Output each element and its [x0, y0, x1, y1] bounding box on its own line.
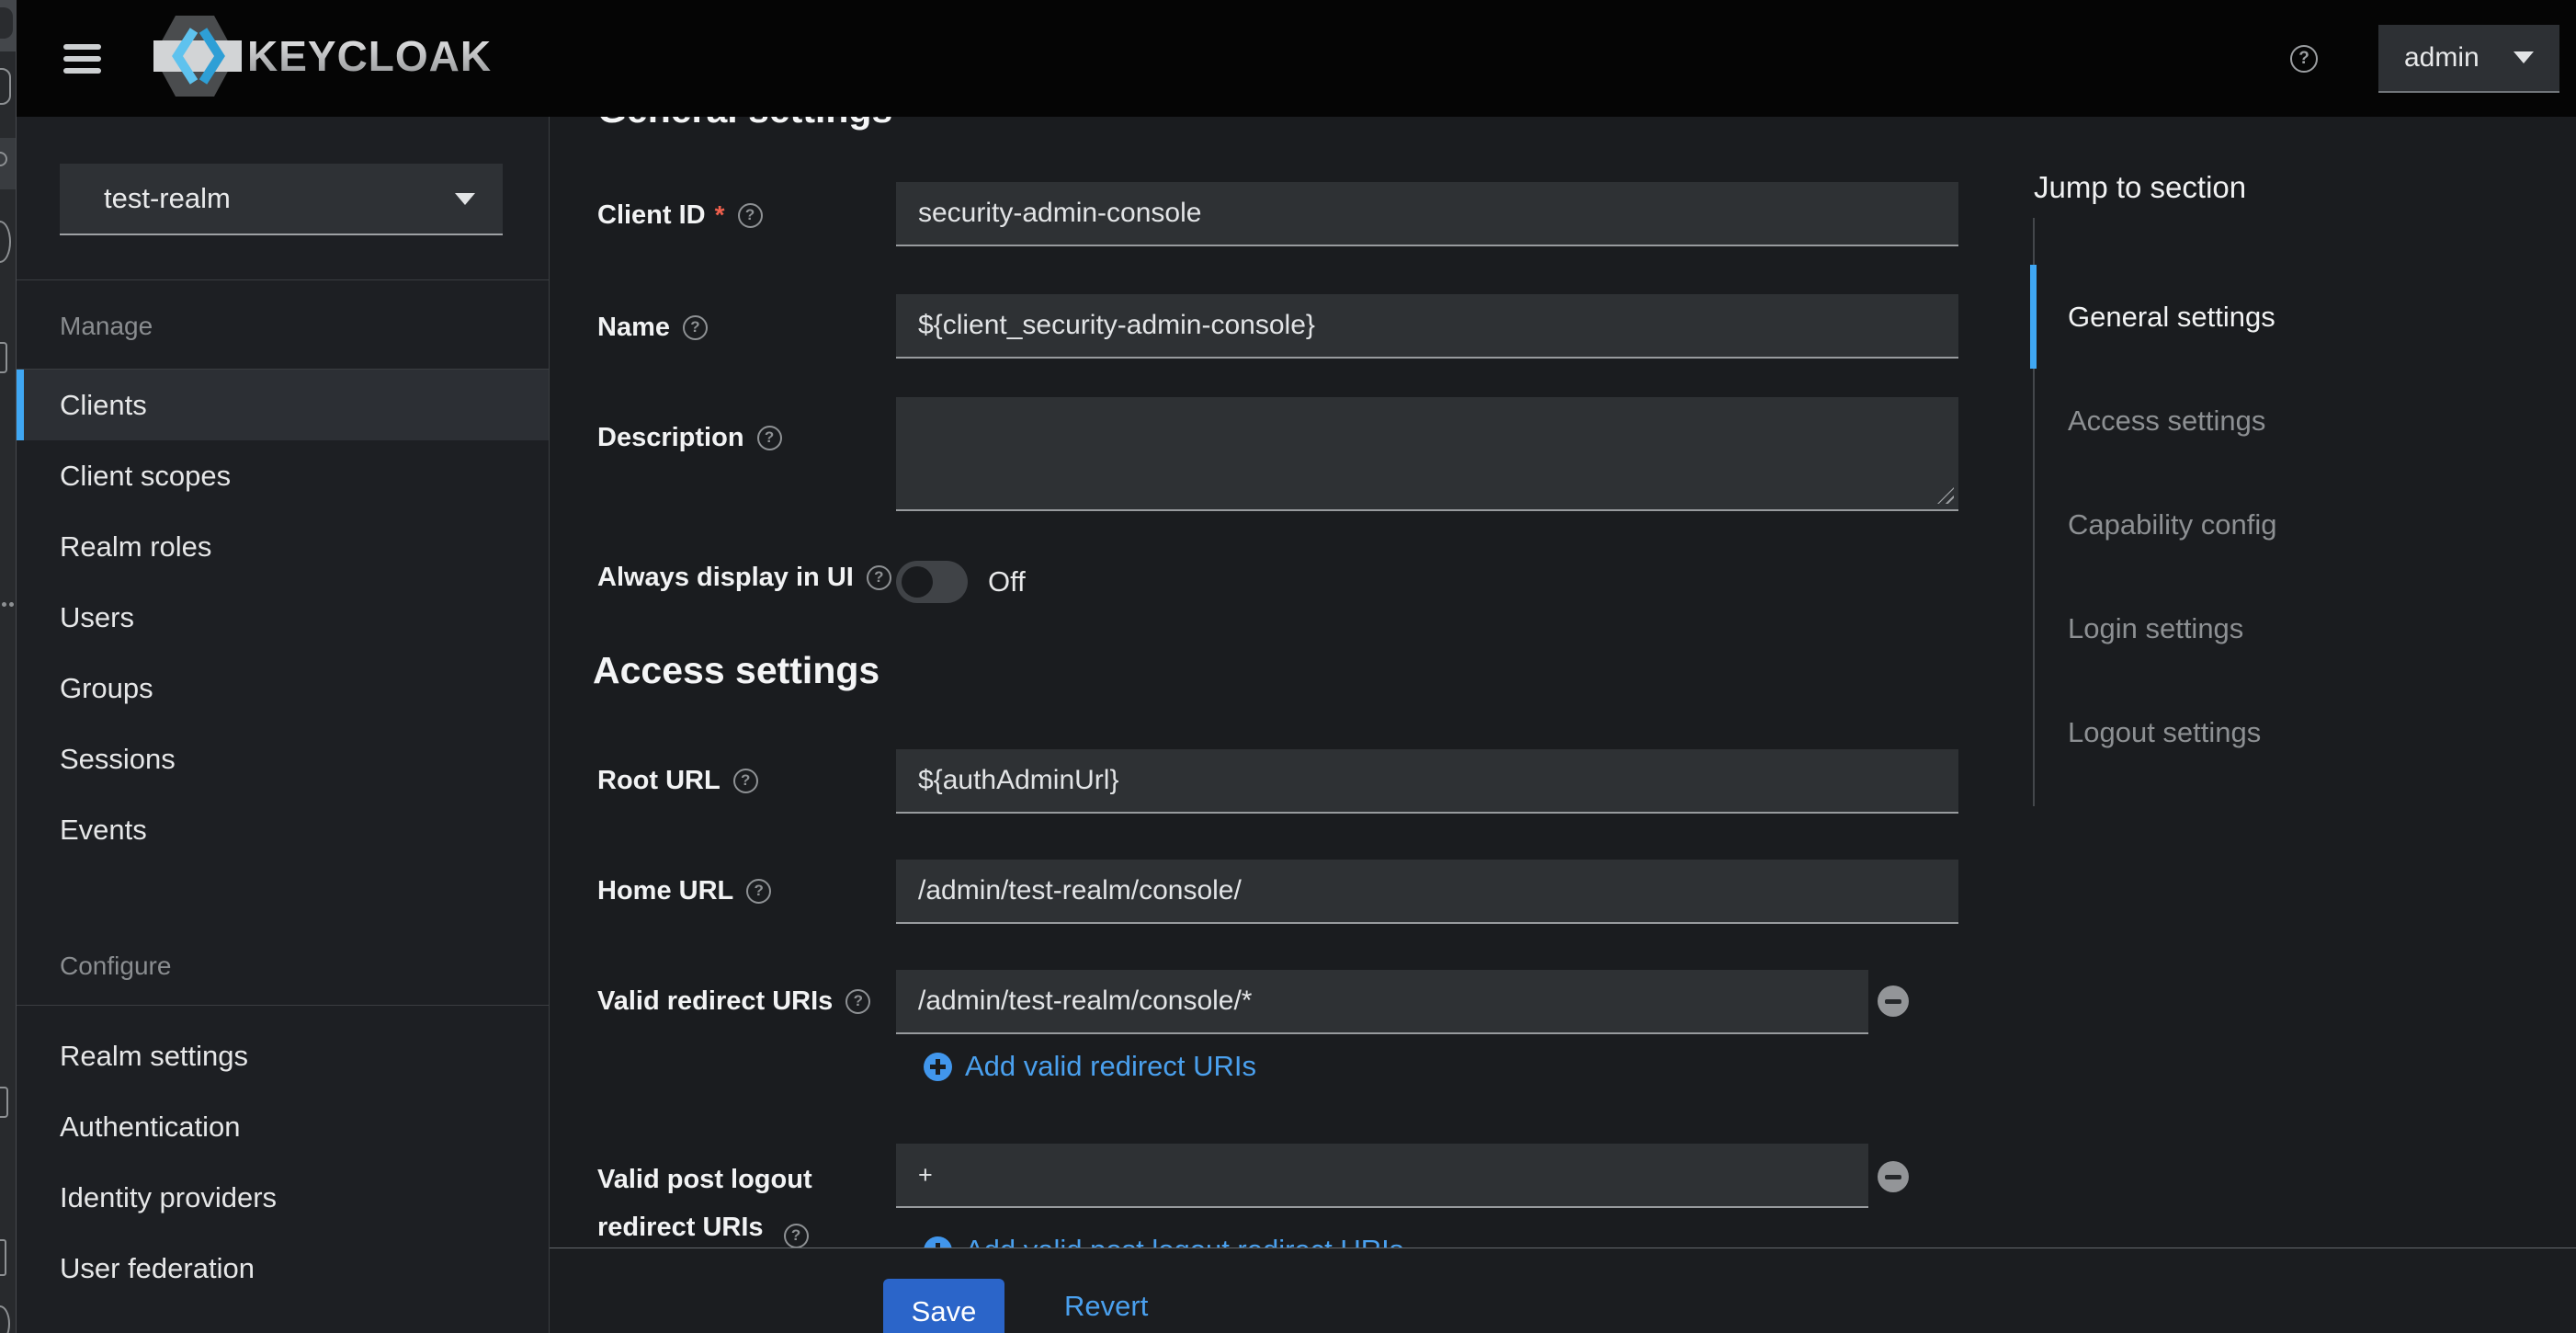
- description-textarea[interactable]: [896, 397, 1958, 511]
- help-icon[interactable]: ?: [784, 1224, 809, 1248]
- help-icon[interactable]: ?: [738, 203, 763, 228]
- plus-circle-icon: [924, 1053, 952, 1081]
- hamburger-menu-icon[interactable]: [63, 44, 101, 74]
- always-display-toggle[interactable]: [896, 561, 968, 603]
- root-url-input[interactable]: [896, 749, 1958, 814]
- jump-item-capability-config[interactable]: Capability config: [2030, 473, 2276, 576]
- nav-list-manage: Clients Client scopes Realm roles Users …: [17, 370, 549, 865]
- client-settings-form: General settings Client ID * ? Name ? De…: [550, 117, 2576, 1333]
- sidebar-item-user-federation[interactable]: User federation: [17, 1233, 549, 1304]
- sidebar-item-realm-roles[interactable]: Realm roles: [17, 511, 549, 582]
- realm-selector-value: test-realm: [104, 182, 231, 215]
- edge-dot: [2, 602, 6, 607]
- masthead: KEYCLOAK ? admin: [17, 0, 2576, 117]
- sidebar-item-identity-providers[interactable]: Identity providers: [17, 1162, 549, 1233]
- sidebar-item-sessions[interactable]: Sessions: [17, 723, 549, 794]
- post-logout-uris-label: Valid post logout redirect URIs ?: [597, 1156, 812, 1251]
- form-actions-bar: Save Revert: [550, 1248, 2576, 1333]
- help-icon[interactable]: ?: [845, 989, 870, 1014]
- edge-blob: [0, 7, 13, 39]
- revert-link[interactable]: Revert: [1064, 1279, 1148, 1333]
- nav-group-manage: Manage: [17, 280, 549, 369]
- post-logout-uris-input[interactable]: [896, 1144, 1868, 1208]
- edge-fragment-icon: [0, 1239, 6, 1276]
- client-id-input[interactable]: [896, 182, 1958, 246]
- sidebar-item-groups[interactable]: Groups: [17, 653, 549, 723]
- divider: [17, 1005, 549, 1006]
- always-display-label: Always display in UI ?: [597, 564, 891, 591]
- sidebar-item-client-scopes[interactable]: Client scopes: [17, 440, 549, 511]
- remove-redirect-uri-button[interactable]: [1878, 986, 1909, 1017]
- logo-band: [153, 40, 242, 72]
- name-label: Name ?: [597, 313, 708, 341]
- chevron-down-icon: [2514, 51, 2534, 63]
- jump-panel-title: Jump to section: [2034, 170, 2246, 205]
- sidebar-item-authentication[interactable]: Authentication: [17, 1091, 549, 1162]
- sidebar-item-events[interactable]: Events: [17, 794, 549, 865]
- jump-item-access-settings[interactable]: Access settings: [2030, 369, 2276, 473]
- help-icon[interactable]: ?: [733, 769, 758, 793]
- jump-item-login-settings[interactable]: Login settings: [2030, 576, 2276, 680]
- toggle-knob: [902, 566, 933, 598]
- home-url-input[interactable]: [896, 860, 1958, 924]
- sidebar-item-users[interactable]: Users: [17, 582, 549, 653]
- sidebar-item-realm-settings[interactable]: Realm settings: [17, 1020, 549, 1091]
- name-input[interactable]: [896, 294, 1958, 359]
- toggle-state-label: Off: [988, 565, 1026, 598]
- keycloak-logo: KEYCLOAK: [153, 12, 495, 105]
- help-icon[interactable]: ?: [867, 565, 891, 590]
- user-menu-button[interactable]: admin: [2378, 25, 2559, 93]
- jump-to-section-panel: Jump to section General settings Access …: [2027, 117, 2576, 944]
- valid-redirect-uris-label: Valid redirect URIs ?: [597, 987, 870, 1015]
- edge-fragment-icon: [0, 1305, 10, 1333]
- valid-redirect-uris-input[interactable]: [896, 970, 1868, 1034]
- user-menu-label: admin: [2404, 42, 2480, 74]
- sidebar-item-clients[interactable]: Clients: [17, 370, 549, 440]
- add-redirect-uri-link[interactable]: Add valid redirect URIs: [924, 1048, 1256, 1085]
- section-heading-access-settings: Access settings: [593, 647, 879, 693]
- chevron-down-icon: [455, 193, 475, 205]
- nav-group-configure: Configure: [17, 929, 549, 1005]
- edge-fragment-icon: [0, 221, 11, 263]
- required-asterisk: *: [715, 201, 725, 229]
- edge-fragment-icon: [0, 68, 11, 105]
- edge-fragment-icon: [0, 1087, 8, 1118]
- edge-fragment-icon: [0, 342, 7, 373]
- remove-post-logout-uri-button[interactable]: [1878, 1161, 1909, 1192]
- realm-selector[interactable]: test-realm: [60, 164, 503, 235]
- window-edge-artifact: [0, 0, 17, 1333]
- help-icon[interactable]: ?: [757, 426, 782, 450]
- nav-list-configure: Realm settings Authentication Identity p…: [17, 1020, 549, 1304]
- description-label: Description ?: [597, 424, 782, 451]
- brand-text: KEYCLOAK: [247, 32, 492, 80]
- client-id-label: Client ID * ?: [597, 201, 763, 229]
- edge-dot: [9, 602, 14, 607]
- root-url-label: Root URL ?: [597, 767, 758, 794]
- jump-item-logout-settings[interactable]: Logout settings: [2030, 680, 2276, 784]
- help-icon[interactable]: ?: [683, 315, 708, 340]
- save-button[interactable]: Save: [883, 1279, 1004, 1333]
- jump-item-general-settings[interactable]: General settings: [2030, 265, 2276, 369]
- help-icon[interactable]: ?: [2290, 45, 2318, 73]
- home-url-label: Home URL ?: [597, 877, 771, 905]
- sidebar: test-realm Manage Clients Client scopes …: [17, 117, 550, 1333]
- help-icon[interactable]: ?: [746, 879, 771, 904]
